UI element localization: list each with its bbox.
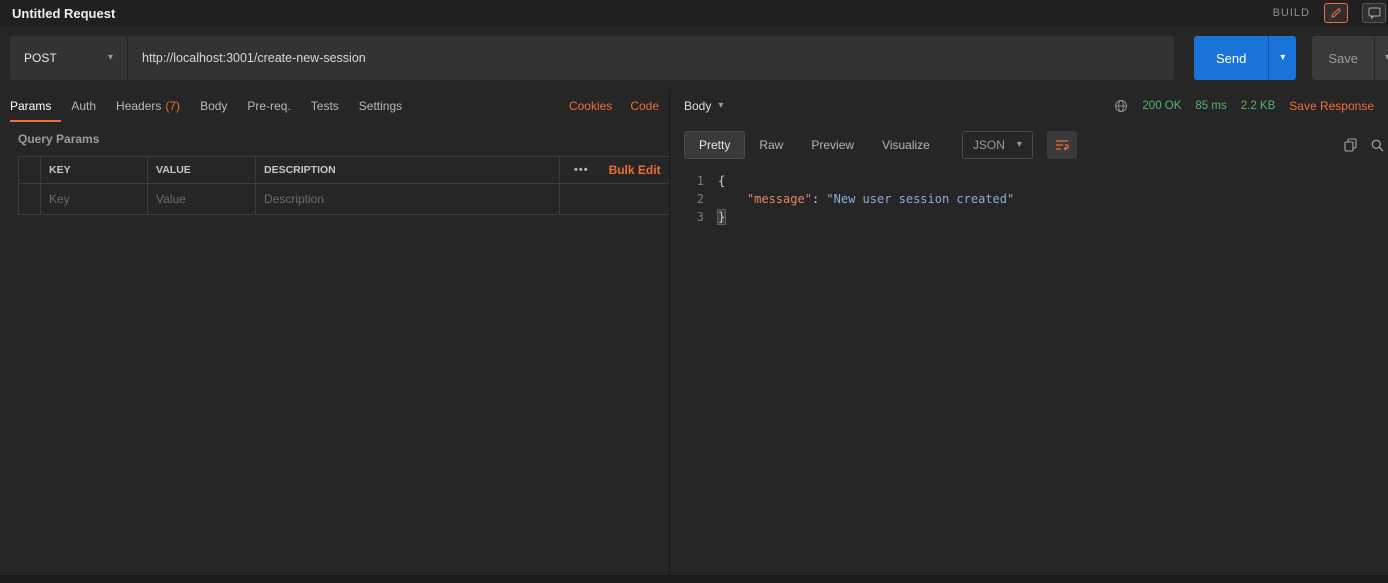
request-builder-window: Untitled Request BUILD POST ▾ [0,0,1388,583]
value-input[interactable]: Value [147,184,255,214]
chevron-down-icon: ▾ [108,53,113,63]
network-globe-icon[interactable] [1114,99,1128,113]
bulk-edit-link[interactable]: Bulk Edit [609,163,661,177]
line-number: 3 [678,210,704,224]
request-pane: Params Auth Headers (7) Body Pre-req. Te… [0,90,670,575]
column-header-description: DESCRIPTION [255,157,560,183]
comment-button[interactable] [1362,3,1386,23]
tab-label: Pre-req. [247,99,290,113]
response-toolbar: Pretty Raw Preview Visualize JSON ▾ [670,128,1388,162]
chevron-down-icon: ▾ [1017,140,1022,150]
method-label: POST [24,51,57,65]
edit-request-button[interactable] [1324,3,1348,23]
save-split-button: Save ▾ [1312,36,1388,80]
top-bar-right: BUILD [1273,3,1376,23]
json-key-token: "message" [747,192,812,206]
bottom-status-strip [0,575,1388,583]
tab-settings[interactable]: Settings [349,90,412,122]
header-actions: ••• Bulk Edit [560,157,669,183]
column-header-key: KEY [40,157,147,183]
tab-pre-request[interactable]: Pre-req. [237,90,300,122]
column-header-value: VALUE [147,157,255,183]
method-dropdown[interactable]: POST ▾ [10,36,128,80]
tab-label: Headers [116,99,161,113]
comment-icon [1368,7,1381,19]
tab-label: Tests [311,99,339,113]
send-split-button: Send ▾ [1194,36,1296,80]
response-size: 2.2 KB [1241,100,1276,112]
line-number: 1 [678,174,704,188]
response-meta: 200 OK 85 ms 2.2 KB Save Response [1114,99,1374,113]
code-text: } [718,210,725,224]
request-tabs: Params Auth Headers (7) Body Pre-req. Te… [0,90,669,122]
search-icon[interactable] [1371,139,1384,152]
view-tab-raw[interactable]: Raw [745,131,797,159]
request-bar: POST ▾ Send ▾ Save ▾ [0,26,1388,90]
main-split: Params Auth Headers (7) Body Pre-req. Te… [0,90,1388,575]
status-badge: 200 OK [1142,100,1181,112]
response-pane: Body ▾ 200 OK 85 ms 2.2 KB Save Response… [670,90,1388,575]
tab-headers[interactable]: Headers (7) [106,90,190,122]
view-tab-visualize[interactable]: Visualize [868,131,944,159]
send-options-button[interactable]: ▾ [1268,36,1296,80]
build-label: BUILD [1273,7,1310,19]
json-separator-token: : [812,192,826,206]
language-label: JSON [973,138,1005,152]
toolbar-right-icons [1344,128,1384,162]
code-text: { [718,174,725,188]
copy-icon[interactable] [1344,138,1357,152]
key-input[interactable]: Key [40,184,147,214]
query-params-table: KEY VALUE DESCRIPTION ••• Bulk Edit Key … [18,156,669,215]
url-field-wrap [128,36,1174,80]
response-body-dropdown[interactable]: Body ▾ [684,99,723,113]
select-all-cell [18,157,40,183]
tab-body[interactable]: Body [190,90,237,122]
description-input[interactable]: Description [255,184,560,214]
url-input[interactable] [142,51,1160,65]
tab-tests[interactable]: Tests [301,90,349,122]
response-pane-title: Body [684,99,711,113]
pencil-icon [1330,7,1342,19]
table-row: Key Value Description [18,184,669,215]
view-tab-pretty[interactable]: Pretty [684,131,745,159]
tab-label: Body [200,99,227,113]
response-body-editor[interactable]: 1 { 2 "message" : "New user session crea… [670,172,1388,226]
save-response-button[interactable]: Save Response [1289,99,1374,113]
row-check-cell [18,184,40,214]
code-link[interactable]: Code [630,99,659,113]
tab-label: Params [10,99,51,113]
code-line: 2 "message" : "New user session created" [678,190,1388,208]
request-title: Untitled Request [12,6,115,21]
row-actions [560,184,669,214]
line-number: 2 [678,192,704,206]
more-options-icon[interactable]: ••• [574,164,589,176]
save-button[interactable]: Save [1312,36,1374,80]
send-button[interactable]: Send [1194,36,1268,80]
top-bar: Untitled Request BUILD [0,0,1388,26]
language-dropdown[interactable]: JSON ▾ [962,131,1033,159]
view-tab-preview[interactable]: Preview [797,131,868,159]
save-options-button[interactable]: ▾ [1374,36,1388,80]
url-group: POST ▾ [10,36,1174,80]
table-header-row: KEY VALUE DESCRIPTION ••• Bulk Edit [18,156,669,184]
tab-params[interactable]: Params [10,90,61,122]
response-time: 85 ms [1195,100,1226,112]
wrap-text-icon [1055,139,1069,151]
code-line: 1 { [678,172,1388,190]
tab-label: Settings [359,99,402,113]
code-indent [718,192,747,206]
query-params-title: Query Params [18,132,669,146]
tab-links: Cookies Code [569,99,659,113]
chevron-down-icon: ▾ [1280,53,1285,63]
tab-label: Auth [71,99,96,113]
chevron-down-icon: ▾ [718,101,723,111]
json-string-token: "New user session created" [826,192,1014,206]
response-header: Body ▾ 200 OK 85 ms 2.2 KB Save Response [670,90,1388,122]
headers-count-badge: (7) [165,99,180,113]
tab-auth[interactable]: Auth [61,90,106,122]
cookies-link[interactable]: Cookies [569,99,612,113]
code-line: 3 } [678,208,1388,226]
wrap-text-button[interactable] [1047,131,1077,159]
